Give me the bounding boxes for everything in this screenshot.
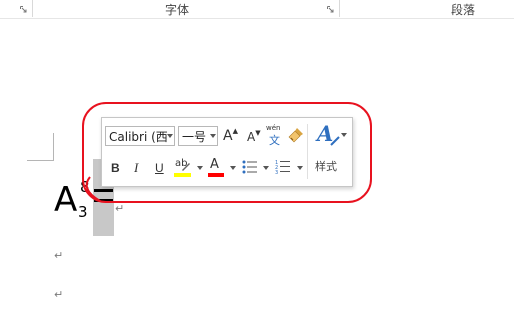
phonetic-guide-char: 文 xyxy=(269,134,280,147)
grow-font-button[interactable]: A▲ xyxy=(223,127,238,144)
page-margin-corner-mark xyxy=(27,133,54,161)
bullets-icon[interactable] xyxy=(242,160,258,174)
formula-base: A xyxy=(54,180,78,220)
chevron-down-icon[interactable] xyxy=(167,134,173,138)
styles-brush-icon xyxy=(330,136,340,146)
toolbar-divider xyxy=(307,124,308,179)
font-dialog-launcher-icon[interactable] xyxy=(327,6,334,13)
ribbon-group-font-label: 字体 xyxy=(165,3,190,17)
styles-label: 样式 xyxy=(315,160,337,173)
highlight-color-bar xyxy=(174,173,191,177)
font-color-bar xyxy=(208,173,224,177)
bold-button[interactable]: B xyxy=(111,161,120,175)
ribbon-separator xyxy=(32,0,33,17)
paragraph-mark: ↵ xyxy=(54,288,64,301)
caret-down-icon: ▼ xyxy=(255,129,261,137)
svg-text:3: 3 xyxy=(275,170,278,175)
ribbon-separator xyxy=(339,0,340,17)
format-painter-icon[interactable] xyxy=(288,127,304,143)
numbering-icon[interactable]: 1 2 3 xyxy=(275,159,291,175)
chevron-down-icon[interactable] xyxy=(263,166,269,170)
font-color-button[interactable]: A xyxy=(208,157,226,178)
chevron-down-icon[interactable] xyxy=(210,134,216,138)
ribbon-group-paragraph-label: 段落 xyxy=(451,3,476,17)
font-color-icon: A xyxy=(210,157,219,172)
font-size-combobox[interactable]: 一号 xyxy=(178,126,218,146)
font-size-value: 一号 xyxy=(182,130,207,144)
paragraph-mark: ↵ xyxy=(54,249,64,262)
shrink-font-button[interactable]: A▼ xyxy=(247,129,261,144)
text-highlight-button[interactable]: ab xyxy=(174,158,196,178)
caret-up-icon: ▲ xyxy=(232,127,238,135)
grow-font-icon: A xyxy=(223,128,233,144)
shrink-font-icon: A xyxy=(247,130,256,144)
phonetic-guide-pinyin: wén xyxy=(266,124,281,132)
underline-button[interactable]: U xyxy=(155,161,164,175)
italic-button[interactable]: I xyxy=(134,160,138,176)
font-name-value: Calibri (西 xyxy=(109,130,168,144)
chevron-down-icon[interactable] xyxy=(297,166,303,170)
annotation-pointer xyxy=(85,176,101,202)
phonetic-guide-button[interactable]: wén 文 xyxy=(266,124,284,147)
dialog-launcher-icon[interactable] xyxy=(20,6,27,13)
styles-button[interactable]: A xyxy=(317,121,347,149)
ribbon-group-bar: 字体 段落 xyxy=(0,0,514,19)
paragraph-mark: ↵ xyxy=(115,202,125,215)
font-name-combobox[interactable]: Calibri (西 xyxy=(105,126,175,146)
chevron-down-icon[interactable] xyxy=(197,166,203,170)
chevron-down-icon[interactable] xyxy=(230,166,236,170)
chevron-down-icon[interactable] xyxy=(341,133,347,137)
highlighter-pen-icon xyxy=(182,163,190,171)
formula-subscript: 3 xyxy=(78,203,88,221)
mini-toolbar: Calibri (西 一号 A▲ A▼ wén 文 A 样式 B I U ab … xyxy=(101,117,353,187)
